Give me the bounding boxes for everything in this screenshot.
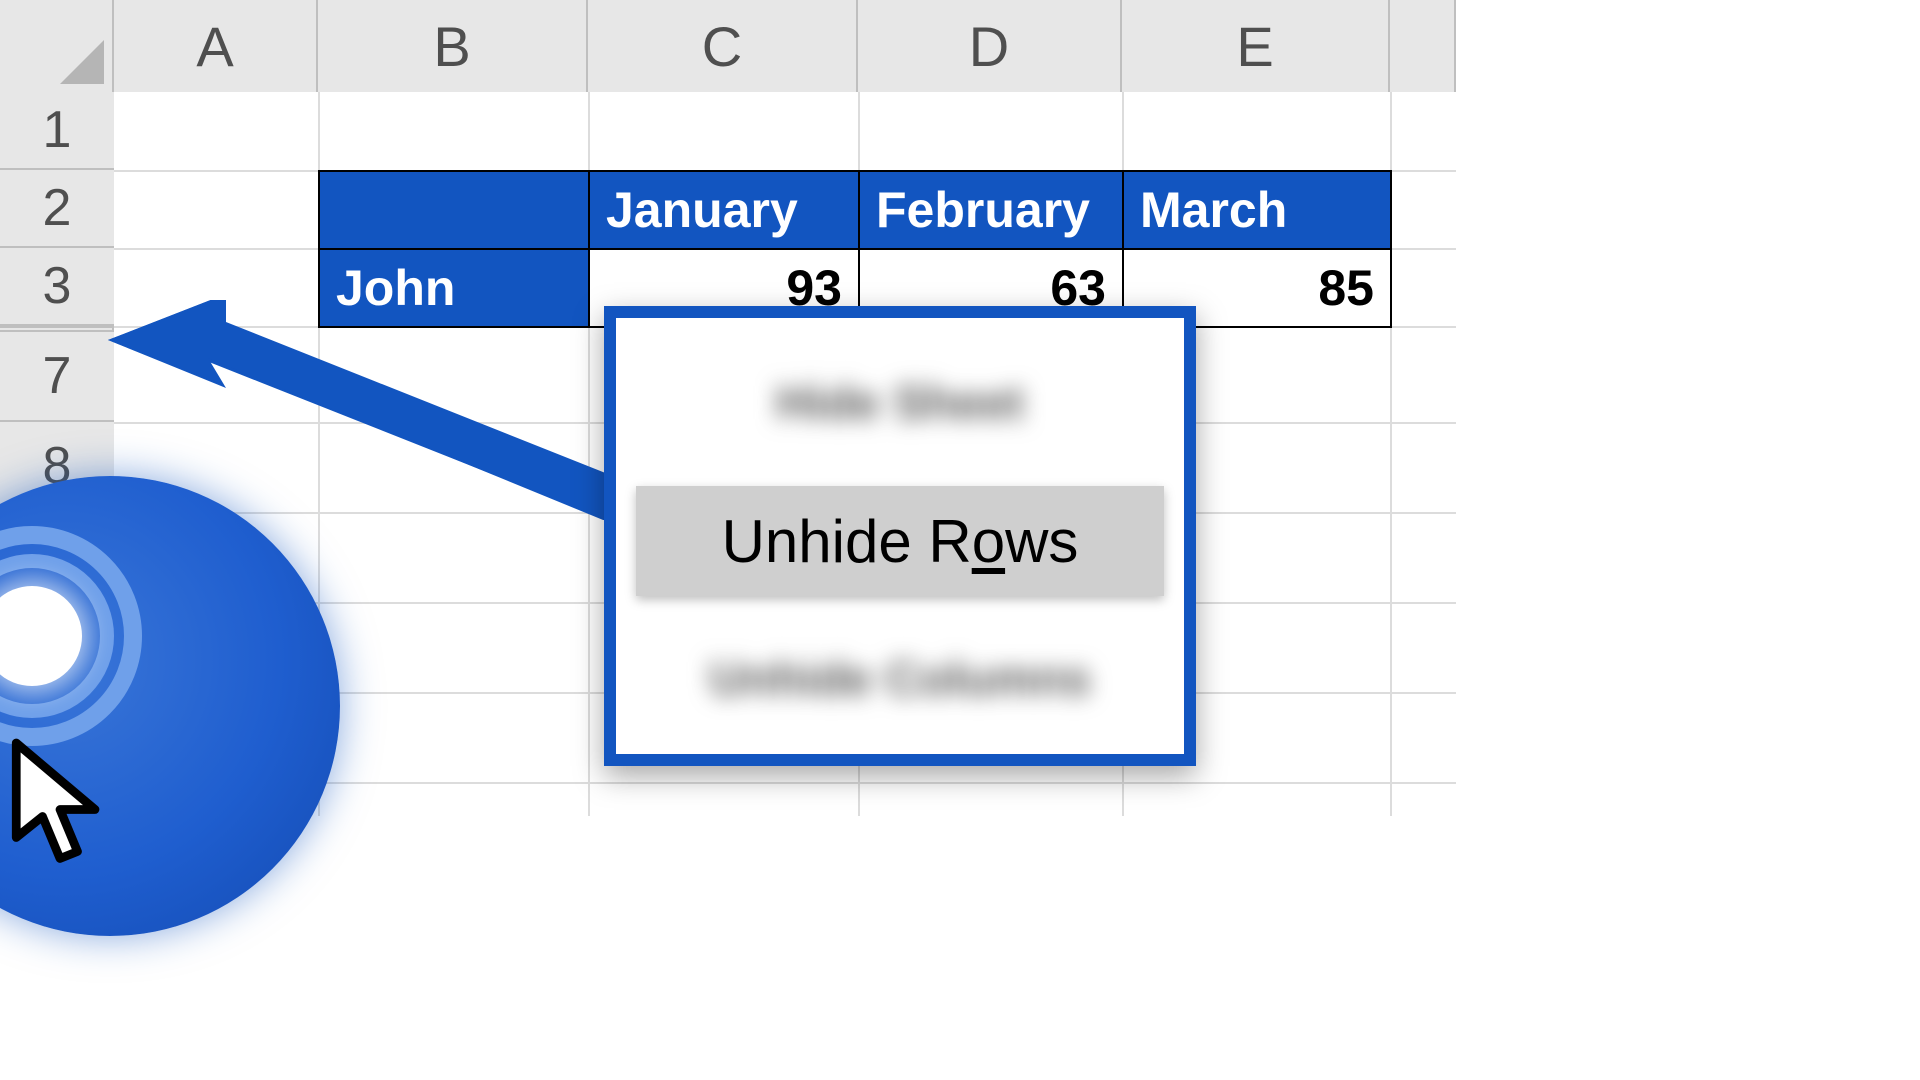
column-header-partial[interactable] xyxy=(1390,0,1456,92)
select-all-corner[interactable] xyxy=(0,0,114,92)
row-header-1[interactable]: 1 xyxy=(0,92,114,170)
context-menu: Hide Sheet Unhide Rows Unhide Columns xyxy=(604,306,1196,766)
select-all-triangle-icon xyxy=(60,40,104,84)
menu-item-label-pre: Unhide R xyxy=(722,507,972,576)
cursor-icon xyxy=(0,736,120,876)
menu-item-accelerator: o xyxy=(972,507,1005,576)
cell-B2[interactable] xyxy=(318,170,590,250)
cell-E2-march[interactable]: March xyxy=(1122,170,1392,250)
cell-D2-february[interactable]: February xyxy=(858,170,1124,250)
menu-item-unhide-rows[interactable]: Unhide Rows xyxy=(636,486,1164,596)
cell-B3-name[interactable]: John xyxy=(318,248,590,328)
row-header-2[interactable]: 2 xyxy=(0,170,114,248)
menu-item-unhide-columns[interactable]: Unhide Columns xyxy=(632,624,1168,734)
row-header-3[interactable]: 3 xyxy=(0,248,114,326)
column-header-D[interactable]: D xyxy=(858,0,1122,92)
target-rings-icon xyxy=(0,526,142,746)
cell-C2-january[interactable]: January xyxy=(588,170,860,250)
row-header-7[interactable]: 7 xyxy=(0,332,114,422)
column-header-B[interactable]: B xyxy=(318,0,588,92)
menu-item-hide-sheet[interactable]: Hide Sheet xyxy=(632,348,1168,458)
column-header-row: A B C D E xyxy=(0,0,1456,92)
column-header-A[interactable]: A xyxy=(114,0,318,92)
menu-item-label-post: ws xyxy=(1005,507,1078,576)
column-header-C[interactable]: C xyxy=(588,0,858,92)
spreadsheet-stage: A B C D E 1 2 3 7 8 xyxy=(0,0,1456,816)
column-header-E[interactable]: E xyxy=(1122,0,1390,92)
